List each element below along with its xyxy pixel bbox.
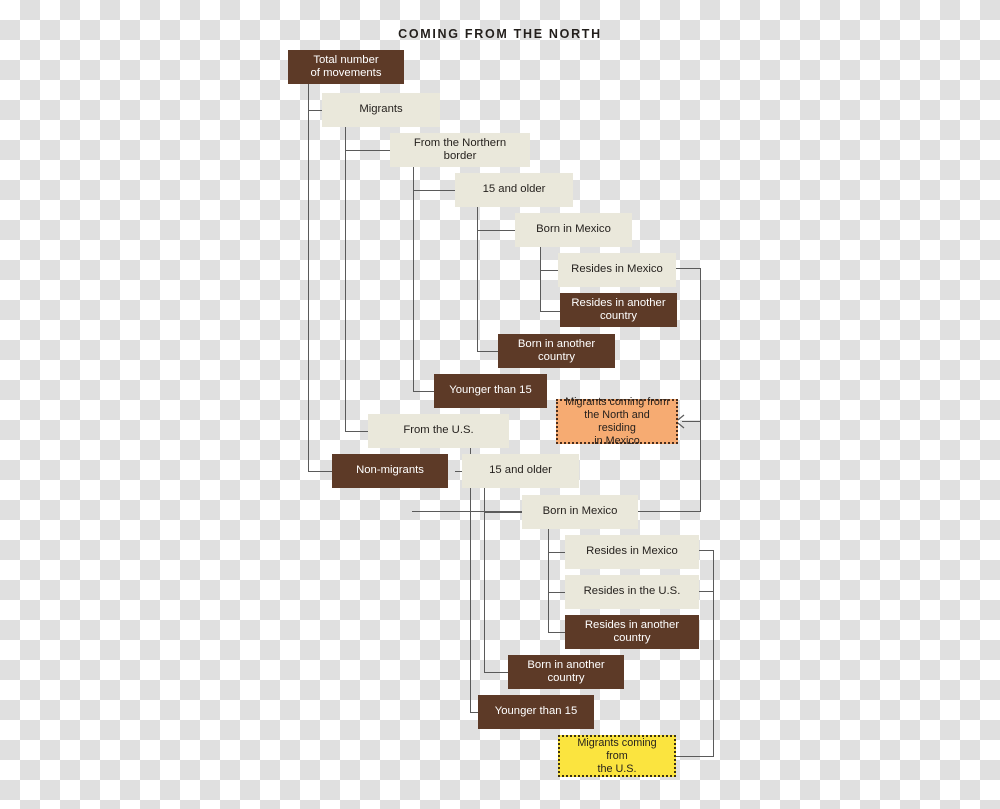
node-label-u_born_other: Born in another country — [527, 658, 605, 685]
node-label-u_res_other: Resides in another country — [584, 618, 680, 645]
node-label-n_younger15: Younger than 15 — [449, 384, 532, 397]
connector-into-yellow-box — [676, 756, 714, 757]
node-label-n_born_mx: Born in Mexico — [536, 223, 611, 236]
node-label-from_us: From the U.S. — [403, 424, 474, 437]
node-label-migrants: Migrants — [359, 103, 403, 116]
node-label-n_res_mx: Resides in Mexico — [571, 263, 663, 276]
connector-nresmx-out-right — [676, 268, 701, 269]
connector-ubornmx-to-resides-us — [548, 592, 566, 593]
connector-migrants-trunk — [345, 127, 346, 431]
node-label-total: Total number of movements — [310, 53, 382, 80]
node-u_res_other: Resides in another country — [565, 615, 699, 649]
node-label-non_migrants: Non-migrants — [356, 464, 424, 477]
node-label-u_younger15: Younger than 15 — [494, 705, 578, 718]
connector-north-border-to-15older — [413, 190, 456, 191]
connector-north-border-trunk — [413, 167, 414, 392]
node-label-result_north_mx: Migrants coming from the North and residi… — [565, 395, 669, 447]
node-label-u_res_mx: Resides in Mexico — [586, 545, 678, 558]
node-migrants: Migrants — [322, 93, 440, 127]
connector-result-orange-vertical — [700, 268, 701, 512]
connector-u15older-trunk — [484, 488, 485, 673]
connector-total-trunk — [308, 84, 309, 471]
node-u_15older: 15 and older — [462, 454, 579, 488]
connector-u15older-to-born-mexico — [484, 512, 523, 513]
connector-north-border-to-younger15 — [413, 391, 436, 392]
node-u_born_other: Born in another country — [508, 655, 624, 689]
connector-n15older-to-born-mexico — [477, 230, 516, 231]
connector-nbornmx-to-resides-other — [540, 311, 561, 312]
connector-ubornmx-to-resides-mexico — [548, 552, 566, 553]
node-label-result_from_us: Migrants coming from the U.S. — [577, 736, 657, 775]
connector-nbornmx-to-resides-mexico — [540, 270, 559, 271]
node-total: Total number of movements — [288, 50, 404, 84]
node-u_res_mx: Resides in Mexico — [565, 535, 699, 569]
node-n_younger15: Younger than 15 — [434, 374, 547, 408]
connector-migrants-to-from-us — [345, 431, 370, 432]
connector-result-yellow-vertical — [713, 550, 714, 756]
node-result_from_us: Migrants coming from the U.S. — [558, 735, 676, 777]
connector-u15older-to-born-other — [484, 672, 509, 673]
node-label-n_res_other: Resides in another country — [571, 296, 666, 323]
connector-n15older-to-born-other — [477, 351, 499, 352]
node-n_15older: 15 and older — [455, 173, 573, 207]
node-u_born_mx: Born in Mexico — [522, 495, 638, 529]
node-n_res_other: Resides in another country — [560, 293, 677, 327]
node-label-n_born_other: Born in another country — [517, 337, 596, 364]
connector-ubornmx-to-resides-other — [548, 632, 566, 633]
connector-uresus-out-right — [699, 591, 714, 592]
connector-total-to-non-migrants — [308, 471, 334, 472]
page-title: COMING FROM THE NORTH — [398, 27, 602, 41]
connector-uresmx-out-right — [699, 550, 714, 551]
connector-migrants-to-north-border — [345, 150, 392, 151]
node-u_younger15: Younger than 15 — [478, 695, 594, 729]
node-n_res_mx: Resides in Mexico — [558, 253, 676, 287]
node-u_res_us: Resides in the U.S. — [565, 575, 699, 609]
node-north_border: From the Northern border — [390, 133, 530, 167]
node-label-u_15older: 15 and older — [489, 464, 552, 477]
node-non_migrants: Non-migrants — [332, 454, 448, 488]
node-from_us: From the U.S. — [368, 414, 509, 448]
node-n_born_mx: Born in Mexico — [515, 213, 632, 247]
node-label-n_15older: 15 and older — [482, 183, 546, 196]
connector-uresmx-feed-orange-stub — [412, 511, 413, 512]
node-n_born_other: Born in another country — [498, 334, 615, 368]
flowchart-canvas: COMING FROM THE NORTH Total number of mo… — [0, 0, 1000, 809]
node-label-u_born_mx: Born in Mexico — [542, 505, 618, 518]
connector-ubornmx-trunk — [548, 529, 549, 632]
node-result_north_mx: Migrants coming from the North and residi… — [556, 396, 678, 447]
node-label-u_res_us: Resides in the U.S. — [583, 585, 681, 598]
connector-n15older-trunk — [477, 207, 478, 352]
node-label-north_border: From the Northern border — [413, 136, 507, 163]
connector-nbornmx-trunk — [540, 247, 541, 311]
